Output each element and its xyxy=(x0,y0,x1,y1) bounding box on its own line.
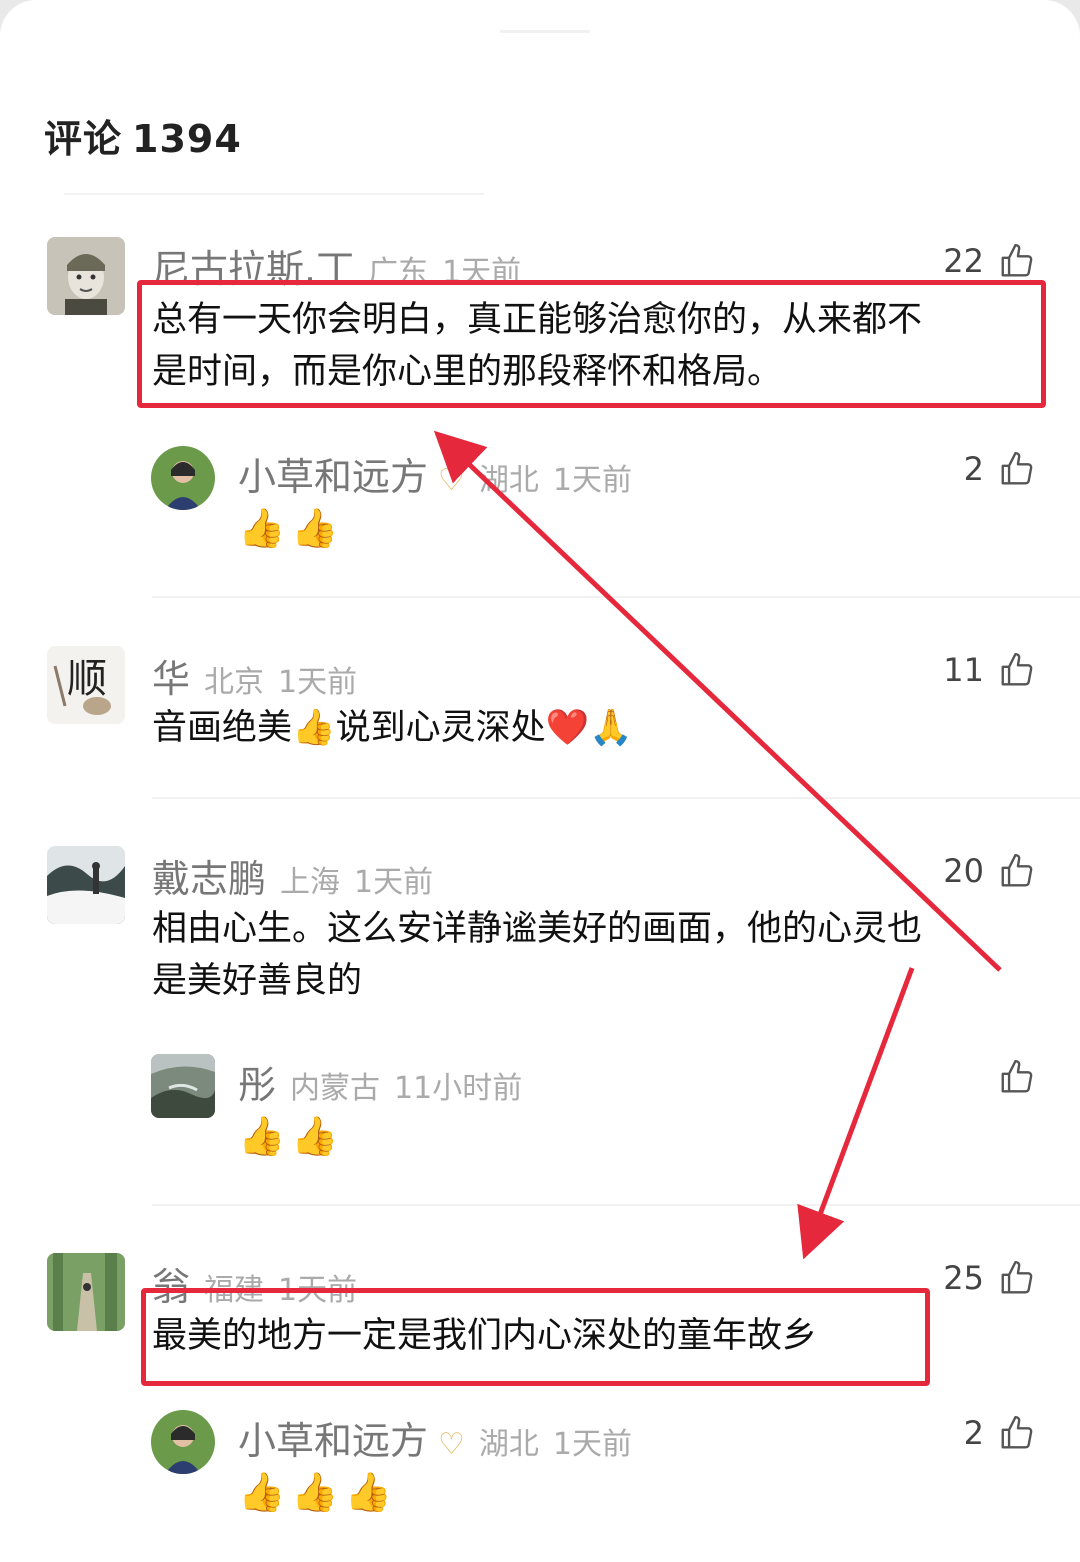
reply-author[interactable]: 小草和远方 xyxy=(238,1410,428,1465)
thumbs-up-icon xyxy=(1001,243,1033,277)
reply-avatar[interactable] xyxy=(151,446,215,510)
highlight-box xyxy=(137,280,1046,408)
thumbs-up-emoji: 👍 xyxy=(291,506,339,550)
reply-time: 11小时前 xyxy=(394,1071,523,1106)
reply-meta: 小草和远方 ♡ 湖北 1天前 xyxy=(238,446,632,501)
thumbs-up-emoji: 👍 xyxy=(238,1470,286,1514)
avatar[interactable] xyxy=(47,846,125,924)
reply-avatar[interactable] xyxy=(151,1410,215,1474)
reply-text: 👍 👍 xyxy=(238,1114,339,1158)
thumbs-up-icon xyxy=(1001,1260,1033,1294)
comment-text-line: 音画绝美👍说到心灵深处❤️🙏 xyxy=(152,708,633,748)
reply-time: 1天前 xyxy=(552,463,633,498)
thumbs-up-icon xyxy=(1001,451,1033,485)
comment-location: 北京 xyxy=(204,665,265,700)
like-button[interactable] xyxy=(984,1058,1036,1096)
reply-text: 👍 👍 xyxy=(238,506,339,550)
highlight-box xyxy=(141,1288,930,1386)
reply-meta: 彤 内蒙古 11小时前 xyxy=(238,1054,522,1109)
comment-author[interactable]: 戴志鹏 xyxy=(152,848,266,903)
like-count: 2 xyxy=(963,450,984,488)
comment-meta: 华 北京 1天前 xyxy=(152,648,357,703)
like-button[interactable]: 20 xyxy=(943,852,1036,890)
header-divider xyxy=(64,193,484,195)
thumbs-up-emoji: 👍 xyxy=(291,1114,339,1158)
comment-text: 相由心生。这么安详静谧美好的画面，他的心灵也 是美好善良的 xyxy=(152,903,922,1007)
comment-divider xyxy=(152,596,1080,598)
thumbs-up-icon xyxy=(1001,853,1033,887)
like-count: 20 xyxy=(943,852,984,890)
avatar[interactable]: 顺 xyxy=(47,646,125,724)
reply-author[interactable]: 小草和远方 xyxy=(238,446,428,501)
arrow-down-icon xyxy=(797,967,915,1260)
reply-text: 👍 👍 👍 xyxy=(238,1470,392,1514)
like-count: 11 xyxy=(943,651,984,689)
reply-location: 湖北 xyxy=(478,463,539,498)
comment-time: 1天前 xyxy=(354,865,434,900)
reply-location: 湖北 xyxy=(478,1427,539,1462)
comments-sheet: 评论 1394 尼古拉斯.丁 广东 1天前 22 总有一天你会明白，真正能够治愈… xyxy=(0,0,1080,1562)
comment-text: 音画绝美👍说到心灵深处❤️🙏 xyxy=(152,702,633,754)
comment-text-line: 是美好善良的 xyxy=(152,961,363,1001)
thumbs-up-emoji: 👍 xyxy=(344,1470,392,1514)
thumbs-up-icon xyxy=(1001,652,1033,686)
like-button[interactable]: 11 xyxy=(943,651,1036,689)
comment-time: 1天前 xyxy=(278,665,358,700)
reply-meta: 小草和远方 ♡ 湖北 1天前 xyxy=(238,1410,632,1465)
like-count: 25 xyxy=(943,1259,984,1297)
header-title: 评论 xyxy=(44,117,123,161)
comment-count: 1394 xyxy=(132,117,242,161)
like-button[interactable]: 22 xyxy=(943,242,1036,280)
sheet-grabber[interactable] xyxy=(500,30,590,33)
comment-meta: 戴志鹏 上海 1天前 xyxy=(152,848,433,903)
reply-time: 1天前 xyxy=(552,1427,633,1462)
comment-location: 上海 xyxy=(280,865,341,900)
svg-text:顺: 顺 xyxy=(67,656,107,702)
thumbs-up-icon xyxy=(1001,1415,1033,1449)
like-button[interactable]: 2 xyxy=(964,1414,1036,1452)
comments-header: 评论 1394 xyxy=(44,108,242,163)
like-button[interactable]: 2 xyxy=(964,450,1036,488)
thumbs-up-icon xyxy=(1001,1059,1033,1093)
avatar[interactable] xyxy=(47,1253,125,1331)
thumbs-up-emoji: 👍 xyxy=(238,1114,286,1158)
comment-text-line: 相由心生。这么安详静谧美好的画面，他的心灵也 xyxy=(152,909,923,949)
comment-author[interactable]: 华 xyxy=(152,648,190,703)
reply-author[interactable]: 彤 xyxy=(238,1054,276,1109)
like-count: 2 xyxy=(963,1414,984,1452)
vip-badge-icon: ♡ xyxy=(438,1427,465,1462)
reply-avatar[interactable] xyxy=(151,1054,215,1118)
thumbs-up-emoji: 👍 xyxy=(238,506,286,550)
comment-divider xyxy=(152,797,1080,799)
thumbs-up-emoji: 👍 xyxy=(291,1470,339,1514)
comment-divider xyxy=(152,1204,1080,1206)
avatar[interactable] xyxy=(47,237,125,315)
reply-location: 内蒙古 xyxy=(290,1071,381,1106)
like-count: 22 xyxy=(943,242,984,280)
vip-badge-icon: ♡ xyxy=(438,463,465,498)
like-button[interactable]: 25 xyxy=(943,1259,1036,1297)
